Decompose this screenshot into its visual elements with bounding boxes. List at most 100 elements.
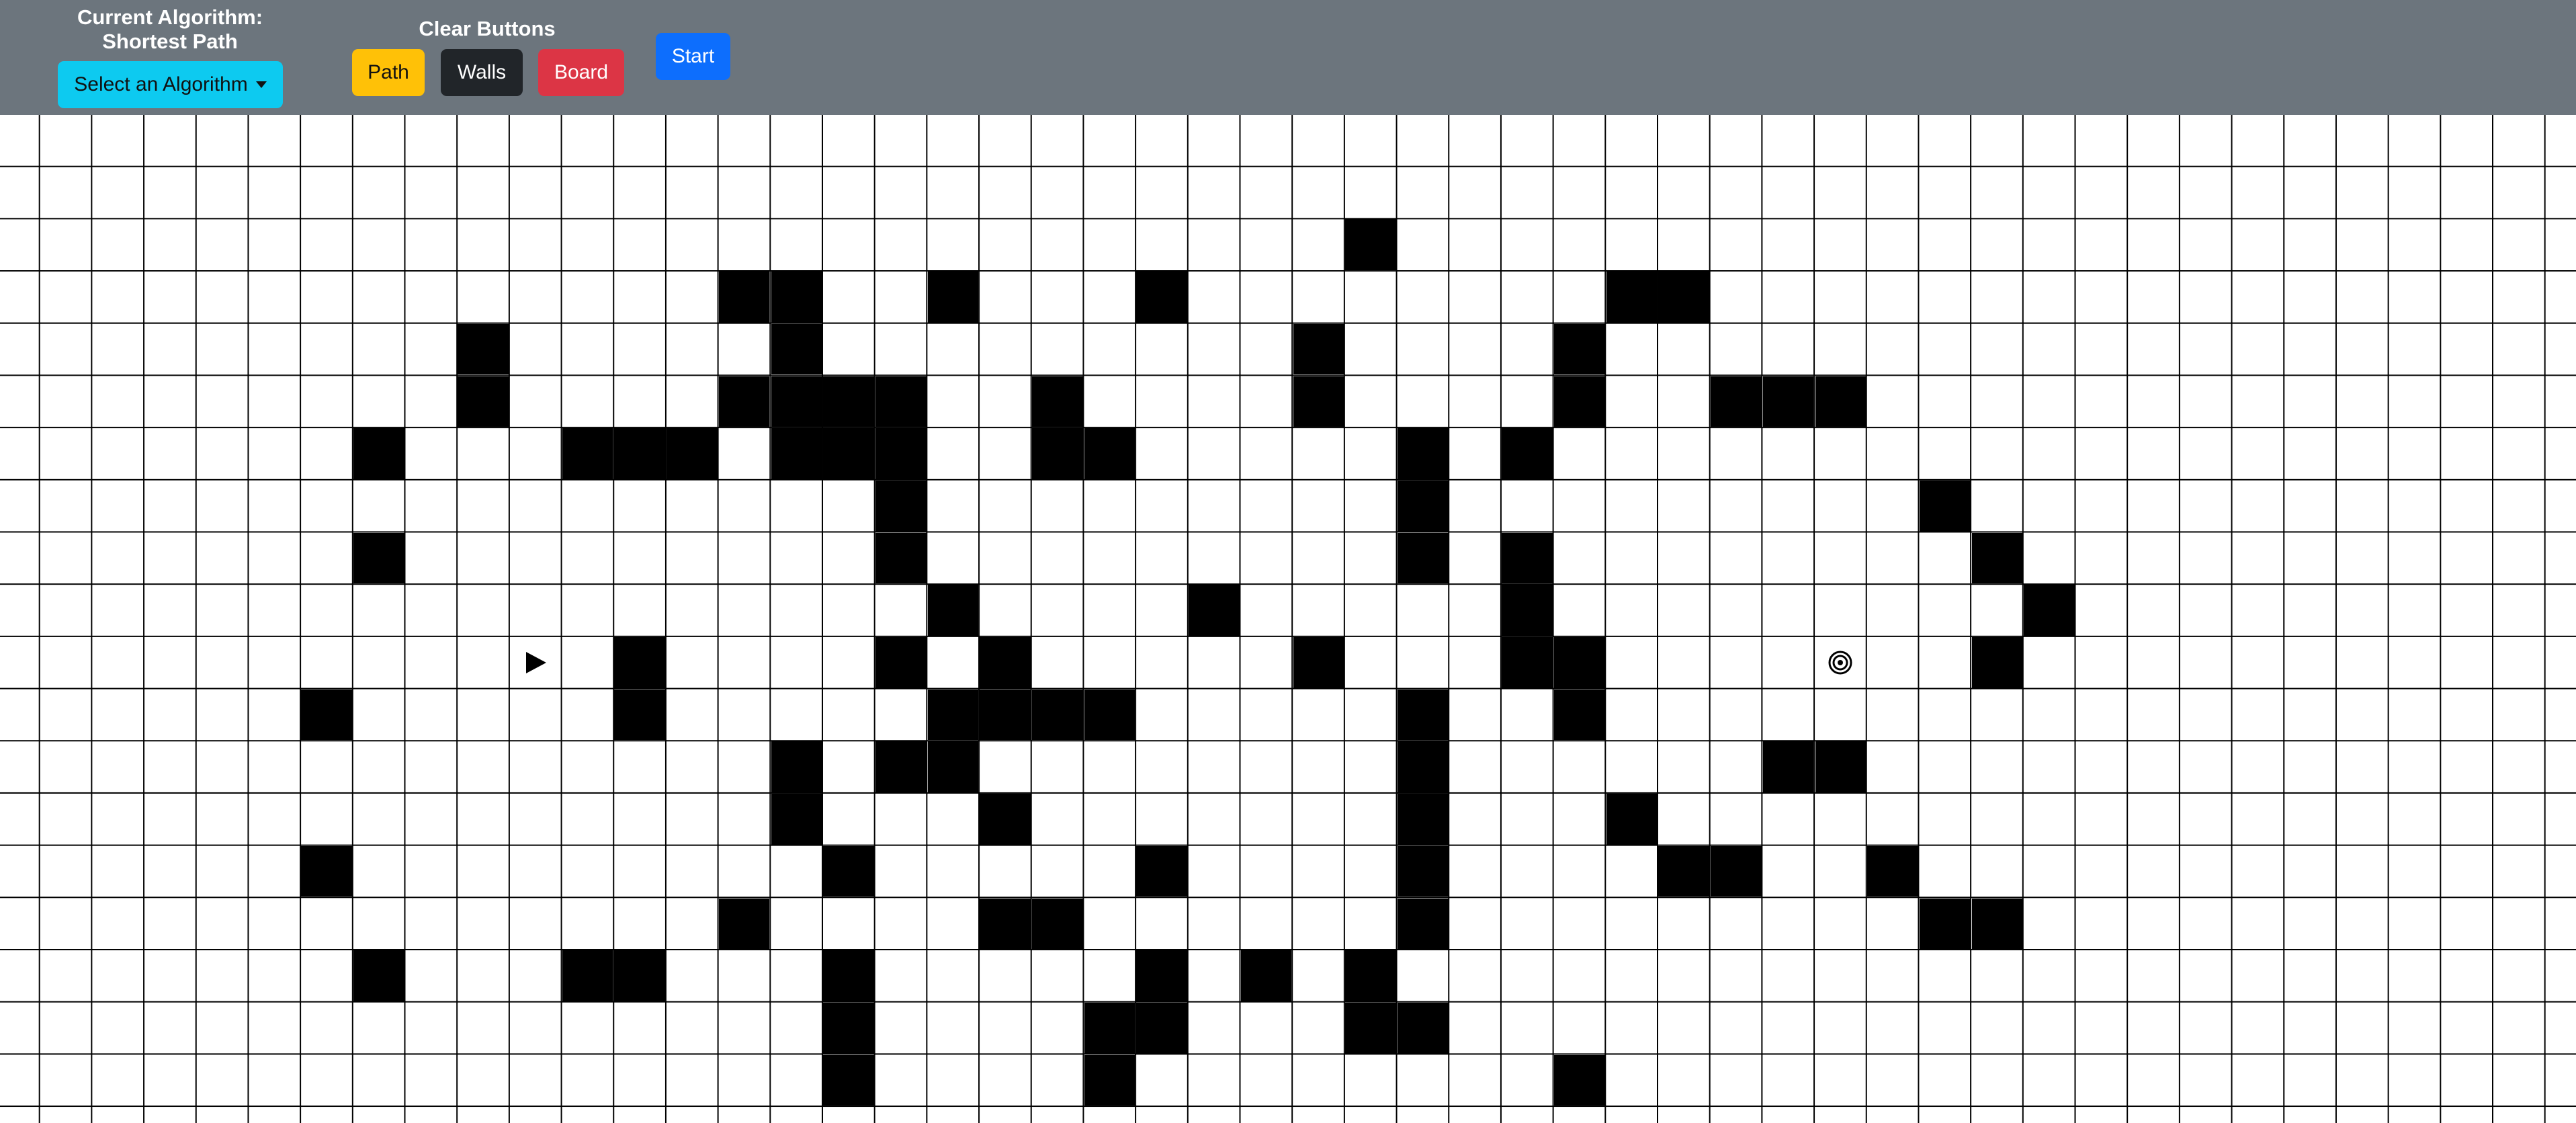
wall-node[interactable] bbox=[980, 898, 1031, 950]
wall-node[interactable] bbox=[927, 741, 979, 793]
clear-path-button[interactable]: Path bbox=[352, 49, 425, 96]
wall-node[interactable] bbox=[823, 845, 874, 897]
wall-node[interactable] bbox=[353, 950, 404, 1001]
wall-node[interactable] bbox=[875, 637, 927, 688]
wall-node[interactable] bbox=[1293, 637, 1344, 688]
wall-node[interactable] bbox=[1189, 585, 1240, 636]
wall-node[interactable] bbox=[823, 428, 874, 479]
wall-node[interactable] bbox=[823, 950, 874, 1001]
wall-node[interactable] bbox=[1397, 1002, 1449, 1054]
wall-node[interactable] bbox=[1293, 376, 1344, 427]
wall-node[interactable] bbox=[875, 741, 927, 793]
wall-node[interactable] bbox=[1502, 532, 1553, 584]
wall-node[interactable] bbox=[1762, 741, 1814, 793]
wall-node[interactable] bbox=[1502, 585, 1553, 636]
wall-node[interactable] bbox=[823, 376, 874, 427]
wall-node[interactable] bbox=[1397, 741, 1449, 793]
wall-node[interactable] bbox=[771, 428, 822, 479]
wall-node[interactable] bbox=[1397, 898, 1449, 950]
wall-node[interactable] bbox=[771, 741, 822, 793]
wall-node[interactable] bbox=[1502, 428, 1553, 479]
wall-node[interactable] bbox=[1762, 376, 1814, 427]
wall-node[interactable] bbox=[1397, 794, 1449, 845]
wall-node[interactable] bbox=[1606, 794, 1658, 845]
wall-node[interactable] bbox=[1136, 950, 1188, 1001]
wall-node[interactable] bbox=[980, 689, 1031, 741]
wall-node[interactable] bbox=[1345, 950, 1396, 1001]
wall-node[interactable] bbox=[614, 689, 666, 741]
clear-walls-button[interactable]: Walls bbox=[441, 49, 523, 96]
wall-node[interactable] bbox=[1971, 898, 2023, 950]
wall-node[interactable] bbox=[1971, 532, 2023, 584]
wall-node[interactable] bbox=[718, 898, 770, 950]
wall-node[interactable] bbox=[1032, 376, 1083, 427]
wall-node[interactable] bbox=[301, 689, 352, 741]
clear-board-button[interactable]: Board bbox=[538, 49, 624, 96]
wall-node[interactable] bbox=[1658, 272, 1710, 323]
wall-node[interactable] bbox=[875, 480, 927, 532]
wall-node[interactable] bbox=[1032, 428, 1083, 479]
wall-node[interactable] bbox=[667, 428, 718, 479]
wall-node[interactable] bbox=[614, 428, 666, 479]
wall-node[interactable] bbox=[1136, 1002, 1188, 1054]
wall-node[interactable] bbox=[1554, 323, 1605, 375]
wall-node[interactable] bbox=[562, 428, 613, 479]
wall-node[interactable] bbox=[458, 323, 509, 375]
wall-node[interactable] bbox=[1554, 376, 1605, 427]
wall-node[interactable] bbox=[1711, 376, 1762, 427]
start-button[interactable]: Start bbox=[656, 33, 730, 80]
wall-node[interactable] bbox=[1032, 689, 1083, 741]
wall-node[interactable] bbox=[1084, 428, 1135, 479]
wall-node[interactable] bbox=[718, 376, 770, 427]
wall-node[interactable] bbox=[1606, 272, 1658, 323]
wall-node[interactable] bbox=[614, 637, 666, 688]
wall-node[interactable] bbox=[2024, 585, 2075, 636]
wall-node[interactable] bbox=[1032, 898, 1083, 950]
wall-node[interactable] bbox=[823, 1002, 874, 1054]
wall-node[interactable] bbox=[927, 585, 979, 636]
wall-node[interactable] bbox=[1084, 1002, 1135, 1054]
wall-node[interactable] bbox=[927, 272, 979, 323]
wall-node[interactable] bbox=[1136, 272, 1188, 323]
wall-node[interactable] bbox=[718, 272, 770, 323]
wall-node[interactable] bbox=[614, 950, 666, 1001]
wall-node[interactable] bbox=[1397, 428, 1449, 479]
start-node[interactable] bbox=[510, 637, 561, 688]
wall-node[interactable] bbox=[771, 376, 822, 427]
wall-node[interactable] bbox=[353, 532, 404, 584]
wall-node[interactable] bbox=[1711, 845, 1762, 897]
wall-node[interactable] bbox=[1084, 689, 1135, 741]
wall-node[interactable] bbox=[823, 1054, 874, 1106]
pathfinding-grid[interactable] bbox=[0, 115, 2576, 1123]
wall-node[interactable] bbox=[1815, 741, 1866, 793]
wall-node[interactable] bbox=[980, 637, 1031, 688]
wall-node[interactable] bbox=[771, 323, 822, 375]
wall-node[interactable] bbox=[771, 794, 822, 845]
wall-node[interactable] bbox=[1502, 637, 1553, 688]
wall-node[interactable] bbox=[875, 532, 927, 584]
wall-node[interactable] bbox=[1084, 1054, 1135, 1106]
wall-node[interactable] bbox=[1397, 845, 1449, 897]
wall-node[interactable] bbox=[875, 376, 927, 427]
wall-node[interactable] bbox=[875, 428, 927, 479]
wall-node[interactable] bbox=[1815, 376, 1866, 427]
wall-node[interactable] bbox=[353, 428, 404, 479]
wall-node[interactable] bbox=[980, 794, 1031, 845]
wall-node[interactable] bbox=[1554, 689, 1605, 741]
wall-node[interactable] bbox=[301, 845, 352, 897]
wall-node[interactable] bbox=[1345, 1002, 1396, 1054]
wall-node[interactable] bbox=[771, 272, 822, 323]
select-algorithm-dropdown[interactable]: Select an Algorithm bbox=[58, 61, 283, 108]
wall-node[interactable] bbox=[1919, 898, 1971, 950]
wall-node[interactable] bbox=[1658, 845, 1710, 897]
wall-node[interactable] bbox=[1554, 637, 1605, 688]
wall-node[interactable] bbox=[458, 376, 509, 427]
wall-node[interactable] bbox=[1397, 689, 1449, 741]
wall-node[interactable] bbox=[1136, 845, 1188, 897]
wall-node[interactable] bbox=[1240, 950, 1292, 1001]
wall-node[interactable] bbox=[1919, 480, 1971, 532]
wall-node[interactable] bbox=[1867, 845, 1918, 897]
wall-node[interactable] bbox=[1971, 637, 2023, 688]
wall-node[interactable] bbox=[1293, 323, 1344, 375]
wall-node[interactable] bbox=[1554, 1054, 1605, 1106]
